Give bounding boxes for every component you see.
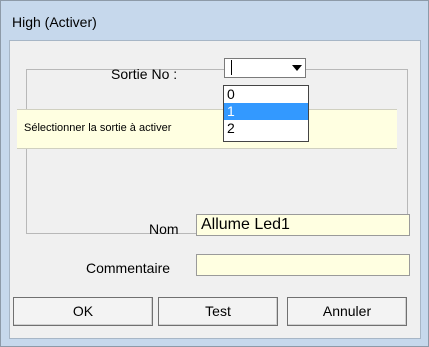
sortie-option-2[interactable]: 2 — [224, 120, 308, 137]
sortie-option-1[interactable]: 1 — [224, 103, 308, 120]
nom-label: Nom — [149, 221, 179, 237]
commentaire-label: Commentaire — [86, 260, 171, 276]
dialog-window: High (Activer) Sortie No : Sélectionner … — [0, 0, 429, 347]
dropdown-button[interactable] — [287, 59, 305, 77]
sortie-group — [26, 69, 408, 234]
window-title: High (Activer) — [12, 14, 97, 30]
dialog-body — [9, 40, 421, 339]
annuler-button[interactable]: Annuler — [287, 297, 407, 326]
info-text: Sélectionner la sortie à activer — [24, 122, 172, 134]
sortie-dropdown-list[interactable]: 0 1 2 — [223, 85, 309, 142]
text-caret — [231, 60, 232, 75]
sortie-label: Sortie No : — [111, 66, 178, 82]
nom-field[interactable]: Allume Led1 — [196, 214, 410, 236]
info-banner: Sélectionner la sortie à activer — [17, 109, 397, 149]
ok-button[interactable]: OK — [13, 297, 153, 326]
chevron-down-icon — [292, 65, 302, 71]
test-button[interactable]: Test — [158, 297, 278, 326]
sortie-option-0[interactable]: 0 — [224, 86, 308, 103]
commentaire-field[interactable] — [196, 254, 410, 276]
sortie-combobox[interactable] — [224, 58, 306, 78]
title-bar[interactable]: High (Activer) — [1, 1, 428, 40]
